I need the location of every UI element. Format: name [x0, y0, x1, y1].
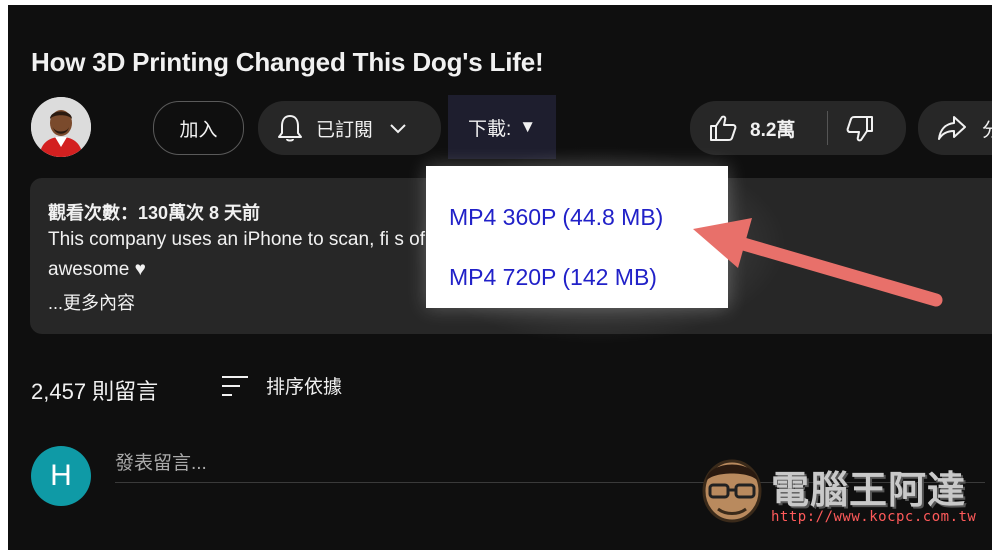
- download-toggle-icon: ▼: [519, 117, 537, 136]
- sort-label: 排序依據: [266, 377, 343, 398]
- join-label: 加入: [179, 119, 218, 141]
- subscribed-label: 已訂閱: [316, 119, 374, 141]
- watermark-url: http://www.kocpc.com.tw: [771, 509, 977, 525]
- watermark: 電腦王阿達 http://www.kocpc.com.tw: [698, 449, 976, 534]
- description-text-line2: awesome ♥: [48, 259, 146, 280]
- sort-by-button[interactable]: 排序依據: [220, 372, 342, 399]
- sort-icon: [222, 375, 248, 396]
- download-dropdown-menu: MP4 360P (44.8 MB) MP4 720P (142 MB): [426, 166, 728, 308]
- user-initial: H: [50, 459, 72, 492]
- like-count: 8.2萬: [750, 120, 796, 141]
- channel-avatar[interactable]: [31, 97, 91, 157]
- comment-count: 2,457 則留言: [31, 379, 159, 404]
- like-thumb-icon[interactable]: [708, 113, 738, 143]
- dislike-thumb-icon[interactable]: [845, 114, 875, 144]
- mascot-logo-icon: [702, 459, 762, 523]
- share-button[interactable]: 分: [918, 101, 992, 155]
- user-avatar: H: [31, 446, 91, 506]
- like-divider: [827, 111, 828, 145]
- share-label: 分: [982, 120, 992, 141]
- join-button[interactable]: 加入: [153, 101, 244, 155]
- comment-placeholder: 發表留言...: [115, 453, 207, 474]
- bell-icon: [278, 115, 302, 142]
- channel-avatar-image: [31, 97, 91, 157]
- show-more-link[interactable]: ...更多內容: [48, 289, 135, 315]
- view-count-date: 觀看次數：130萬次 8 天前: [48, 203, 261, 223]
- video-title: How 3D Printing Changed This Dog's Life!: [31, 47, 544, 77]
- share-arrow-icon: [938, 116, 966, 140]
- watermark-text: 電腦王阿達: [771, 470, 967, 512]
- download-option-720p[interactable]: MP4 720P (142 MB): [449, 264, 657, 291]
- video-page: How 3D Printing Changed This Dog's Life!…: [8, 5, 992, 550]
- download-label: 下載:: [467, 118, 512, 140]
- chevron-down-icon: [390, 124, 406, 134]
- download-option-360p[interactable]: MP4 360P (44.8 MB): [449, 204, 663, 231]
